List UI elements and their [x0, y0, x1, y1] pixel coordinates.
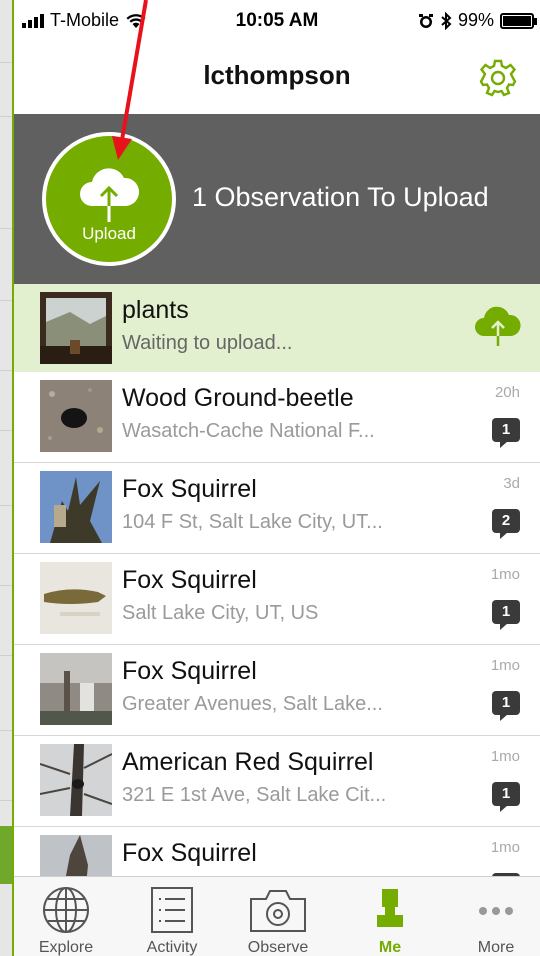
tab-label: Observe	[247, 939, 309, 956]
cloud-upload-icon	[475, 306, 521, 346]
observation-age: 1mo	[490, 839, 520, 856]
nav-header: lcthompson	[14, 40, 540, 114]
list-item[interactable]: Fox Squirrel Greater Avenues, Salt Lake.…	[14, 645, 540, 736]
comment-count-badge: 1	[492, 691, 520, 721]
observation-location: Wasatch-Cache National F...	[122, 420, 375, 442]
tab-observe[interactable]: Observe	[228, 885, 328, 956]
observation-age: 1mo	[490, 657, 520, 674]
list-item[interactable]: American Red Squirrel 321 E 1st Ave, Sal…	[14, 736, 540, 827]
bluetooth-icon	[441, 11, 452, 30]
observation-thumbnail	[40, 292, 112, 364]
camera-icon	[250, 890, 306, 932]
upload-button[interactable]: Upload	[42, 132, 176, 266]
observation-age: 20h	[494, 384, 520, 401]
observation-name: Fox Squirrel	[122, 839, 257, 867]
tab-more[interactable]: More	[446, 885, 540, 956]
observation-location: 104 F St, Salt Lake City, UT...	[122, 511, 383, 533]
alarm-icon	[418, 13, 433, 28]
list-item[interactable]: Fox Squirrel 104 F St, Salt Lake City, U…	[14, 463, 540, 554]
comment-count-badge: 1	[492, 782, 520, 812]
tab-label: Explore	[38, 939, 94, 956]
upload-button-label: Upload	[82, 224, 136, 243]
observation-location: 321 E 1st Ave, Salt Lake Cit...	[122, 784, 387, 806]
status-right: 99%	[418, 10, 537, 31]
observation-list: plants Waiting to upload... Wood Ground-…	[14, 284, 540, 918]
observation-age: 1mo	[490, 566, 520, 583]
list-item-pending[interactable]: plants Waiting to upload...	[14, 284, 540, 372]
comment-count-badge: 1	[492, 418, 520, 448]
cloud-upload-icon	[80, 168, 140, 222]
person-icon	[377, 889, 403, 927]
observation-name: Wood Ground-beetle	[122, 384, 354, 412]
observation-thumbnail	[40, 562, 112, 634]
observation-thumbnail	[40, 744, 112, 816]
page-title: lcthompson	[203, 60, 351, 90]
battery-percent: 99%	[457, 10, 494, 30]
status-bar: T-Mobile 10:05 AM 99%	[14, 0, 540, 40]
observation-name: Fox Squirrel	[122, 475, 257, 503]
comment-count-badge: 1	[492, 600, 520, 630]
upload-message: 1 Observation To Upload	[192, 182, 489, 212]
tab-label: Activity	[146, 939, 198, 956]
tab-activity[interactable]: Activity	[122, 885, 222, 956]
tab-label: Me	[378, 939, 402, 956]
observation-name: Fox Squirrel	[122, 566, 257, 594]
observation-thumbnail	[40, 653, 112, 725]
observation-name: American Red Squirrel	[122, 748, 374, 776]
comment-count-badge: 2	[492, 509, 520, 539]
settings-gear-icon[interactable]	[478, 58, 518, 98]
observation-age: 3d	[503, 475, 520, 492]
globe-icon	[43, 887, 89, 933]
battery-icon	[500, 12, 537, 29]
observation-age: 1mo	[490, 748, 520, 765]
phone-screen: T-Mobile 10:05 AM 99% lcthompson Upload …	[12, 0, 540, 956]
tab-bar: Explore Activity Observe Me More	[14, 876, 540, 956]
list-icon	[151, 887, 193, 933]
observation-location: Salt Lake City, UT, US	[122, 602, 319, 624]
background-strip	[0, 0, 12, 956]
observation-name: Fox Squirrel	[122, 657, 257, 685]
upload-banner: Upload 1 Observation To Upload	[14, 114, 540, 284]
tab-label: More	[477, 939, 515, 956]
observation-location: Greater Avenues, Salt Lake...	[122, 693, 383, 715]
list-item[interactable]: Fox Squirrel Salt Lake City, UT, US 1mo …	[14, 554, 540, 645]
tab-me[interactable]: Me	[340, 885, 440, 956]
observation-status: Waiting to upload...	[122, 332, 293, 354]
tab-explore[interactable]: Explore	[16, 885, 116, 956]
list-item[interactable]: Wood Ground-beetle Wasatch-Cache Nationa…	[14, 372, 540, 463]
more-icon	[479, 907, 513, 915]
observation-thumbnail	[40, 471, 112, 543]
observation-thumbnail	[40, 380, 112, 452]
observation-name: plants	[122, 296, 189, 324]
